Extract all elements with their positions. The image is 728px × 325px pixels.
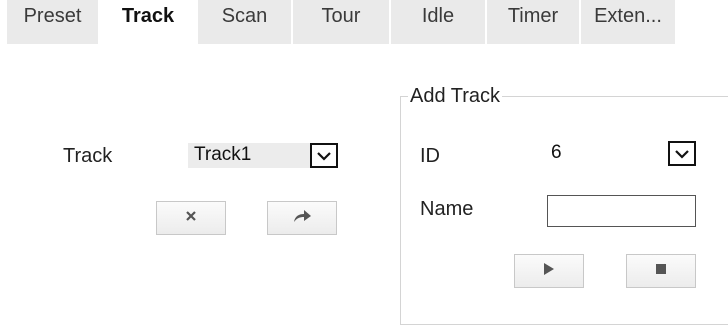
tab-timer[interactable]: Timer <box>487 0 579 44</box>
tab-tour[interactable]: Tour <box>293 0 389 44</box>
id-select[interactable]: 6 <box>545 141 696 166</box>
add-track-legend: Add Track <box>408 85 503 108</box>
track-select[interactable]: Track1 <box>188 143 338 168</box>
stop-icon <box>655 262 667 280</box>
id-select-value: 6 <box>551 142 562 163</box>
call-track-button[interactable] <box>267 201 337 235</box>
chevron-down-icon[interactable] <box>668 141 696 166</box>
delete-track-button[interactable] <box>156 201 226 235</box>
stop-record-button[interactable] <box>626 254 696 288</box>
track-label: Track <box>63 145 113 167</box>
id-label: ID <box>420 145 440 167</box>
tab-preset[interactable]: Preset <box>7 0 98 44</box>
track-select-value: Track1 <box>194 144 252 165</box>
tab-bar: Preset Track Scan Tour Idle Timer Exten.… <box>7 0 677 44</box>
chevron-down-icon[interactable] <box>310 143 338 168</box>
tab-scan[interactable]: Scan <box>198 0 291 44</box>
tab-track[interactable]: Track <box>100 0 196 44</box>
name-input[interactable] <box>547 195 696 227</box>
tab-idle[interactable]: Idle <box>391 0 485 44</box>
arrow-right-icon <box>291 207 313 230</box>
tab-extension[interactable]: Exten... <box>581 0 675 44</box>
play-icon <box>543 262 555 281</box>
start-record-button[interactable] <box>514 254 584 288</box>
name-label: Name <box>420 198 474 220</box>
close-icon <box>184 209 198 228</box>
